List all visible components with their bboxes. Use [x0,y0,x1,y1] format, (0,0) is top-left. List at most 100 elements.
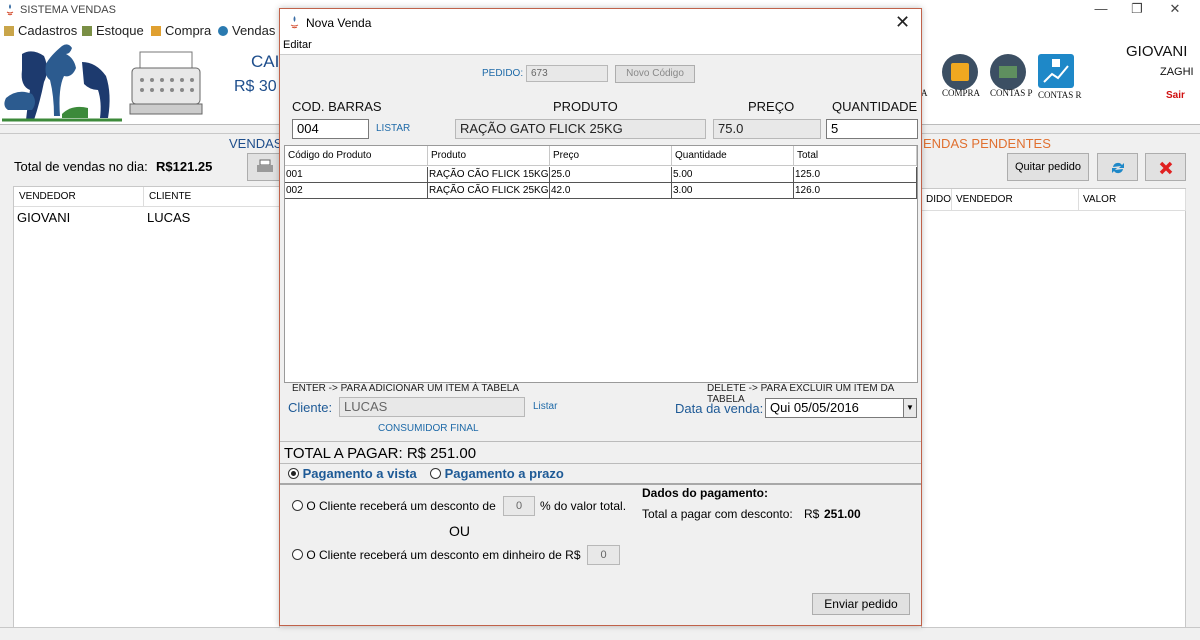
cell-quantity: 5.00 [672,167,794,182]
barcode-header: COD. BARRAS [292,99,382,114]
column-header-vendedor[interactable]: VENDEDOR [14,187,144,207]
close-icon[interactable]: ✕ [895,12,910,33]
new-sale-dialog: Nova Venda ✕ Editar PEDIDO: 673 Novo Cód… [279,8,922,626]
toolbar-caption-compra: COMPRA [942,88,981,98]
payment-total-value: 251.00 [824,507,861,521]
column-header-valor[interactable]: VALOR [1079,189,1186,211]
refresh-button[interactable] [1097,153,1138,181]
menu-separator [280,54,921,55]
cell-product: RAÇÃO CÃO FLICK 15KG [429,167,550,182]
toolbar-caption-contas-r: CONTAS R [1038,90,1082,100]
cash-label: CAI [251,52,280,71]
discount-money-option[interactable]: O Cliente receberá um desconto em dinhei… [292,548,581,562]
menu-estoque-label: Estoque [96,23,144,38]
quit-order-button[interactable]: Quitar pedido [1007,153,1089,181]
user-last-name: ZAGHI [1160,66,1194,78]
sale-items-table[interactable]: Código do Produto Produto Preço Quantida… [284,145,918,383]
final-consumer-link[interactable]: CONSUMIDOR FINAL [378,423,479,434]
cell-price: 25.0 [550,167,672,182]
column-header-price[interactable]: Preço [550,146,672,166]
column-header-pedido[interactable]: DIDO [922,189,952,211]
restore-icon[interactable]: ❐ [1120,0,1154,20]
delete-button[interactable] [1145,153,1186,181]
column-header-code[interactable]: Código do Produto [285,146,428,166]
menu-vendas-label: Vendas [232,23,276,38]
add-item-hint: ENTER -> PARA ADICIONAR UM ITEM À TABELA [292,383,519,394]
date-dropdown-button[interactable]: ▼ [903,398,917,418]
dialog-titlebar: Nova Venda ✕ [280,9,921,36]
radio-selected-icon [288,468,299,479]
cell-total: 125.0 [794,167,917,182]
daily-total-value: R$121.25 [156,159,213,174]
close-window-icon[interactable]: ✕ [1158,0,1192,20]
payment-cash-option[interactable]: Pagamento a vista [288,466,417,481]
cart-icon [151,26,161,36]
toolbar-caption-contas-p: CONTAS P [990,88,1033,98]
daily-total-label: Total de vendas no dia: [14,159,148,174]
product-name-field: RAÇÃO GATO FLICK 25KG [455,119,706,139]
pending-sales-table[interactable]: DIDO VENDEDOR VALOR [921,188,1186,628]
send-order-button[interactable]: Enviar pedido [812,593,910,615]
client-list-link[interactable]: Listar [533,401,557,412]
pending-sales-title: ENDAS PENDENTES [923,136,1051,151]
discount-percent-input[interactable]: 0 [503,496,535,516]
sales-table[interactable]: VENDEDOR CLIENTE GIOVANI LUCAS [13,186,280,628]
sales-row-cliente[interactable]: LUCAS [144,209,280,227]
menu-editar[interactable]: Editar [283,39,312,51]
separator [280,441,921,442]
radio-icon [430,468,441,479]
client-field: LUCAS [339,397,525,417]
chart-growth-icon [1043,59,1069,83]
table-row[interactable]: 001 RAÇÃO CÃO FLICK 15KG 25.0 5.00 125.0 [285,167,917,183]
cell-price: 42.0 [550,183,672,198]
payment-term-option[interactable]: Pagamento a prazo [430,466,564,481]
user-first-name: GIOVANI [1126,43,1188,60]
cash-register-icon [129,51,203,115]
menu-compra[interactable]: Compra [151,23,211,38]
discount-percent-option[interactable]: O Cliente receberá um desconto de [292,499,496,513]
discount-money-input[interactable]: 0 [587,545,620,565]
separator [280,463,921,464]
sale-date-select[interactable]: Qui 05/05/2016 [765,398,904,418]
contas-receber-button[interactable] [1038,54,1074,88]
farm-animals-logo [2,44,122,122]
separator [280,483,921,485]
cell-quantity: 3.00 [672,183,794,198]
product-header: PRODUTO [553,99,618,114]
barcode-input[interactable]: 004 [292,119,369,139]
new-code-button[interactable]: Novo Código [615,65,695,83]
list-products-link[interactable]: LISTAR [376,123,410,134]
sales-panel-title: VENDAS [229,136,283,151]
cell-code: 001 [285,167,428,182]
compra-button[interactable] [942,54,978,90]
exit-link[interactable]: Sair [1166,90,1185,101]
price-field: 75.0 [713,119,821,139]
menu-estoque[interactable]: Estoque [82,23,144,38]
cash-value: R$ 30 [234,78,277,95]
edit-icon [4,26,14,36]
order-label: PEDIDO: [482,68,524,79]
column-header-quantity[interactable]: Quantidade [672,146,794,166]
column-header-cliente[interactable]: CLIENTE [144,187,280,207]
column-header-total[interactable]: Total [794,146,917,166]
quantity-header: QUANTIDADE [832,99,918,114]
order-number-field: 673 [526,65,608,82]
cash-icon [999,66,1017,78]
payment-term-label: Pagamento a prazo [444,466,564,481]
quantity-input[interactable]: 5 [826,119,918,139]
price-header: PREÇO [748,99,795,114]
payment-total-currency: R$ [804,507,820,521]
sales-row-vendedor[interactable]: GIOVANI [14,209,144,227]
column-header-product[interactable]: Produto [428,146,550,166]
cell-product: RAÇÃO CÃO FLICK 25KG [429,183,550,198]
print-button[interactable] [247,153,280,181]
menu-vendas[interactable]: Vendas [218,23,275,38]
minimize-icon[interactable]: — [1084,0,1118,20]
info-icon [218,26,228,36]
printer-icon [257,159,273,172]
discount-percent-label: O Cliente receberá um desconto de [306,499,496,513]
column-header-vendedor-pend[interactable]: VENDEDOR [952,189,1079,211]
table-row[interactable]: 002 RAÇÃO CÃO FLICK 25KG 42.0 3.00 126.0 [285,183,917,199]
contas-pagar-button[interactable] [990,54,1026,90]
menu-cadastros[interactable]: Cadastros [4,23,77,38]
